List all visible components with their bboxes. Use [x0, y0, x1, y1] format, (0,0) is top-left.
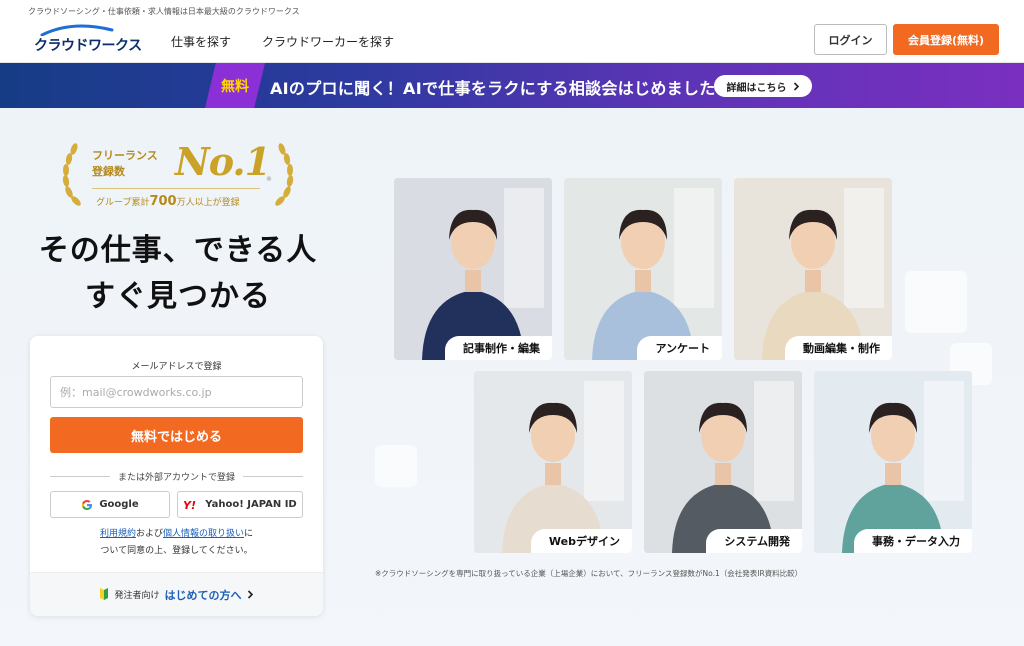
award-line1: フリーランス [92, 149, 158, 162]
yahoo-signup-button[interactable]: Y! Yahoo! JAPAN ID [177, 491, 303, 518]
banner-detail-button[interactable]: 詳細はこちら [714, 75, 812, 97]
yahoo-y-icon: Y! [183, 499, 196, 510]
terms-link[interactable]: 利用規約 [100, 529, 136, 539]
category-label: 動画編集・制作 [785, 336, 892, 360]
headline-line2: すぐ見つかる [85, 279, 271, 314]
award-rank: No.1 [175, 139, 271, 184]
category-data-entry[interactable]: 事務・データ入力 [814, 371, 972, 553]
award-divider [92, 188, 260, 189]
header-tagline: クラウドソーシング・仕事依頼・求人情報は日本最大級のクラウドワークス [28, 7, 300, 16]
yahoo-label: Yahoo! JAPAN ID [205, 499, 297, 510]
award-line2: 登録数 [92, 165, 125, 178]
email-field[interactable] [50, 376, 303, 408]
promo-banner[interactable]: 無料 AIのプロに聞く！AIで仕事をラクにする相談会はじめました 詳細はこちら [0, 63, 1024, 108]
banner-text: AIのプロに聞く！AIで仕事をラクにする相談会はじめました [270, 79, 716, 98]
category-label: Webデザイン [530, 529, 632, 553]
register-button[interactable]: 会員登録(無料) [893, 24, 999, 55]
or-divider: または外部アカウントで登録 [50, 470, 303, 483]
site-header: クラウドソーシング・仕事依頼・求人情報は日本最大級のクラウドワークス クラウドワ… [0, 0, 1024, 63]
category-label: アンケート [637, 336, 722, 360]
category-article-writing[interactable]: 記事制作・編集 [394, 178, 552, 360]
category-web-design[interactable]: Webデザイン [474, 371, 632, 553]
deco-square [905, 271, 967, 333]
google-g-icon [82, 499, 93, 510]
headline-line1: その仕事、できる人 [38, 233, 318, 268]
person-photo [644, 371, 802, 553]
svg-text:Y!: Y! [183, 499, 196, 510]
nav-find-jobs[interactable]: 仕事を探す [171, 33, 231, 50]
start-free-button[interactable]: 無料ではじめる [50, 417, 303, 453]
banner-free-text: 無料 [221, 78, 249, 95]
chevron-right-icon [793, 81, 799, 91]
beginner-mark-icon [100, 588, 109, 600]
award-group-text: グループ累計700万人以上が登録 [96, 194, 240, 209]
laurel-left-icon [62, 143, 81, 206]
signup-card: メールアドレスで登録 無料ではじめる または外部アカウントで登録 Google … [30, 336, 323, 616]
client-prefix: 発注者向け [114, 591, 160, 601]
terms-text: 利用規約および個人情報の取り扱いに ついて同意の上、登録してください。 [99, 529, 254, 556]
category-video-editing[interactable]: 動画編集・制作 [734, 178, 892, 360]
or-label: または外部アカウントで登録 [118, 473, 236, 483]
client-guide-link[interactable]: はじめての方へ [165, 587, 242, 603]
category-system-dev[interactable]: システム開発 [644, 371, 802, 553]
category-label: 記事制作・編集 [445, 336, 552, 360]
footnote: ※クラウドソーシングを専門に取り扱っている企業（上場企業）において、フリーランス… [375, 569, 803, 578]
deco-square [375, 445, 417, 487]
login-button[interactable]: ログイン [814, 24, 887, 55]
person-photo [474, 371, 632, 553]
banner-detail-label: 詳細はこちら [726, 82, 787, 94]
chevron-right-icon [247, 590, 253, 599]
category-survey[interactable]: アンケート [564, 178, 722, 360]
site-logo[interactable]: クラウドワークス [32, 24, 142, 54]
person-photo [394, 178, 552, 360]
email-label: メールアドレスで登録 [131, 362, 222, 372]
person-photo [564, 178, 722, 360]
client-guide-row[interactable]: 発注者向け はじめての方へ [30, 572, 323, 616]
award-badge: フリーランス 登録数 No.1 ※ グループ累計700万人以上が登録 [60, 139, 296, 211]
google-signup-button[interactable]: Google [50, 491, 170, 518]
person-photo [734, 178, 892, 360]
banner-free-badge: 無料 [205, 63, 265, 108]
logo-text: クラウドワークス [34, 38, 142, 54]
laurel-right-icon [275, 143, 294, 206]
hero-section: フリーランス 登録数 No.1 ※ グループ累計700万人以上が登録 その仕事、… [0, 108, 1024, 646]
category-label: 事務・データ入力 [854, 529, 972, 553]
google-label: Google [99, 499, 139, 510]
person-photo [814, 371, 972, 553]
category-label: システム開発 [706, 529, 802, 553]
hero-headline: その仕事、できる人 すぐ見つかる [30, 228, 326, 320]
privacy-link[interactable]: 個人情報の取り扱い [163, 529, 244, 539]
nav-find-workers[interactable]: クラウドワーカーを探す [262, 33, 394, 50]
